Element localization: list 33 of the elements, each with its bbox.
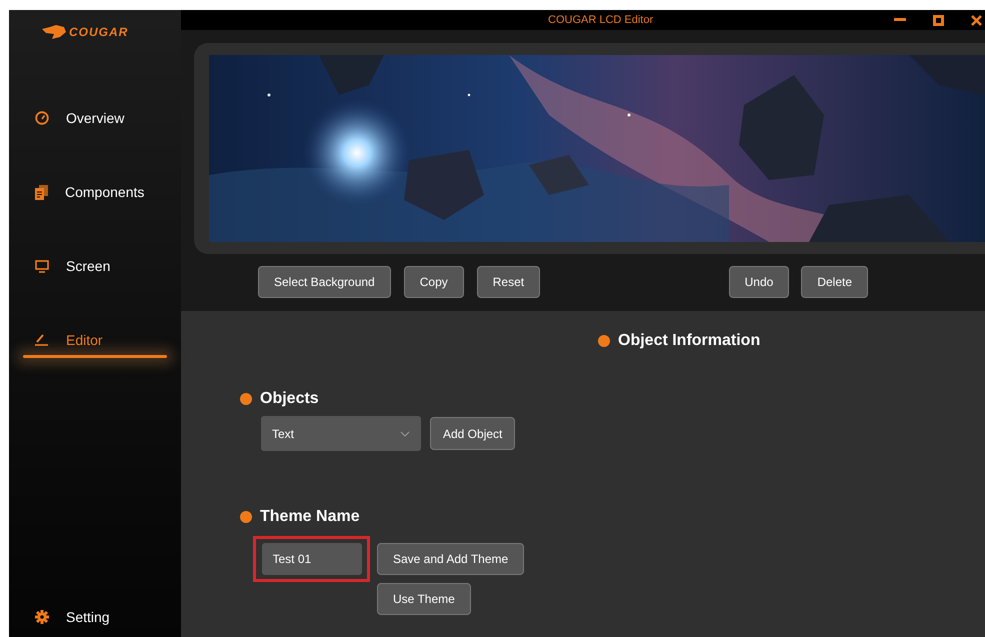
bullet-icon bbox=[240, 511, 252, 523]
bullet-icon bbox=[240, 393, 252, 405]
gauge-icon bbox=[35, 111, 49, 125]
action-button[interactable]: Use Theme bbox=[377, 583, 471, 615]
object-dropdown[interactable]: Text bbox=[261, 416, 421, 451]
action-button[interactable]: Undo bbox=[728, 266, 790, 298]
monitor-icon bbox=[35, 260, 49, 272]
theme-name-field[interactable]: Test 01 bbox=[262, 543, 362, 575]
maximize-icon[interactable] bbox=[933, 14, 944, 26]
documents-icon bbox=[35, 184, 48, 200]
bullet-icon bbox=[598, 335, 610, 347]
logo-text: COUGAR bbox=[69, 24, 128, 41]
minimize-icon[interactable] bbox=[894, 18, 906, 22]
close-icon[interactable] bbox=[971, 14, 982, 26]
action-button[interactable]: Select Background bbox=[258, 266, 391, 298]
section-title: Theme Name bbox=[260, 507, 360, 527]
action-button[interactable]: Save and Add Theme bbox=[377, 543, 524, 575]
settings-icon bbox=[35, 610, 49, 624]
action-button[interactable]: Delete bbox=[801, 266, 868, 298]
window-title: COUGAR LCD Editor bbox=[548, 12, 654, 28]
cougar-head-icon bbox=[42, 25, 66, 39]
add-object-button[interactable]: Add Object bbox=[430, 417, 516, 450]
nav-item[interactable]: Overview bbox=[9, 106, 181, 130]
action-button[interactable]: Reset bbox=[476, 266, 540, 298]
nav-item[interactable]: Editor bbox=[9, 328, 181, 352]
nav-item[interactable]: Screen bbox=[9, 254, 181, 278]
nav-item[interactable]: Components bbox=[9, 180, 181, 204]
action-button[interactable]: Copy bbox=[404, 266, 464, 298]
pen-icon bbox=[35, 334, 49, 346]
nav-item[interactable]: Setting bbox=[9, 605, 181, 629]
chevron-icon bbox=[400, 430, 410, 436]
section-title: Object Information bbox=[618, 331, 760, 351]
section-title: Objects bbox=[260, 389, 319, 409]
